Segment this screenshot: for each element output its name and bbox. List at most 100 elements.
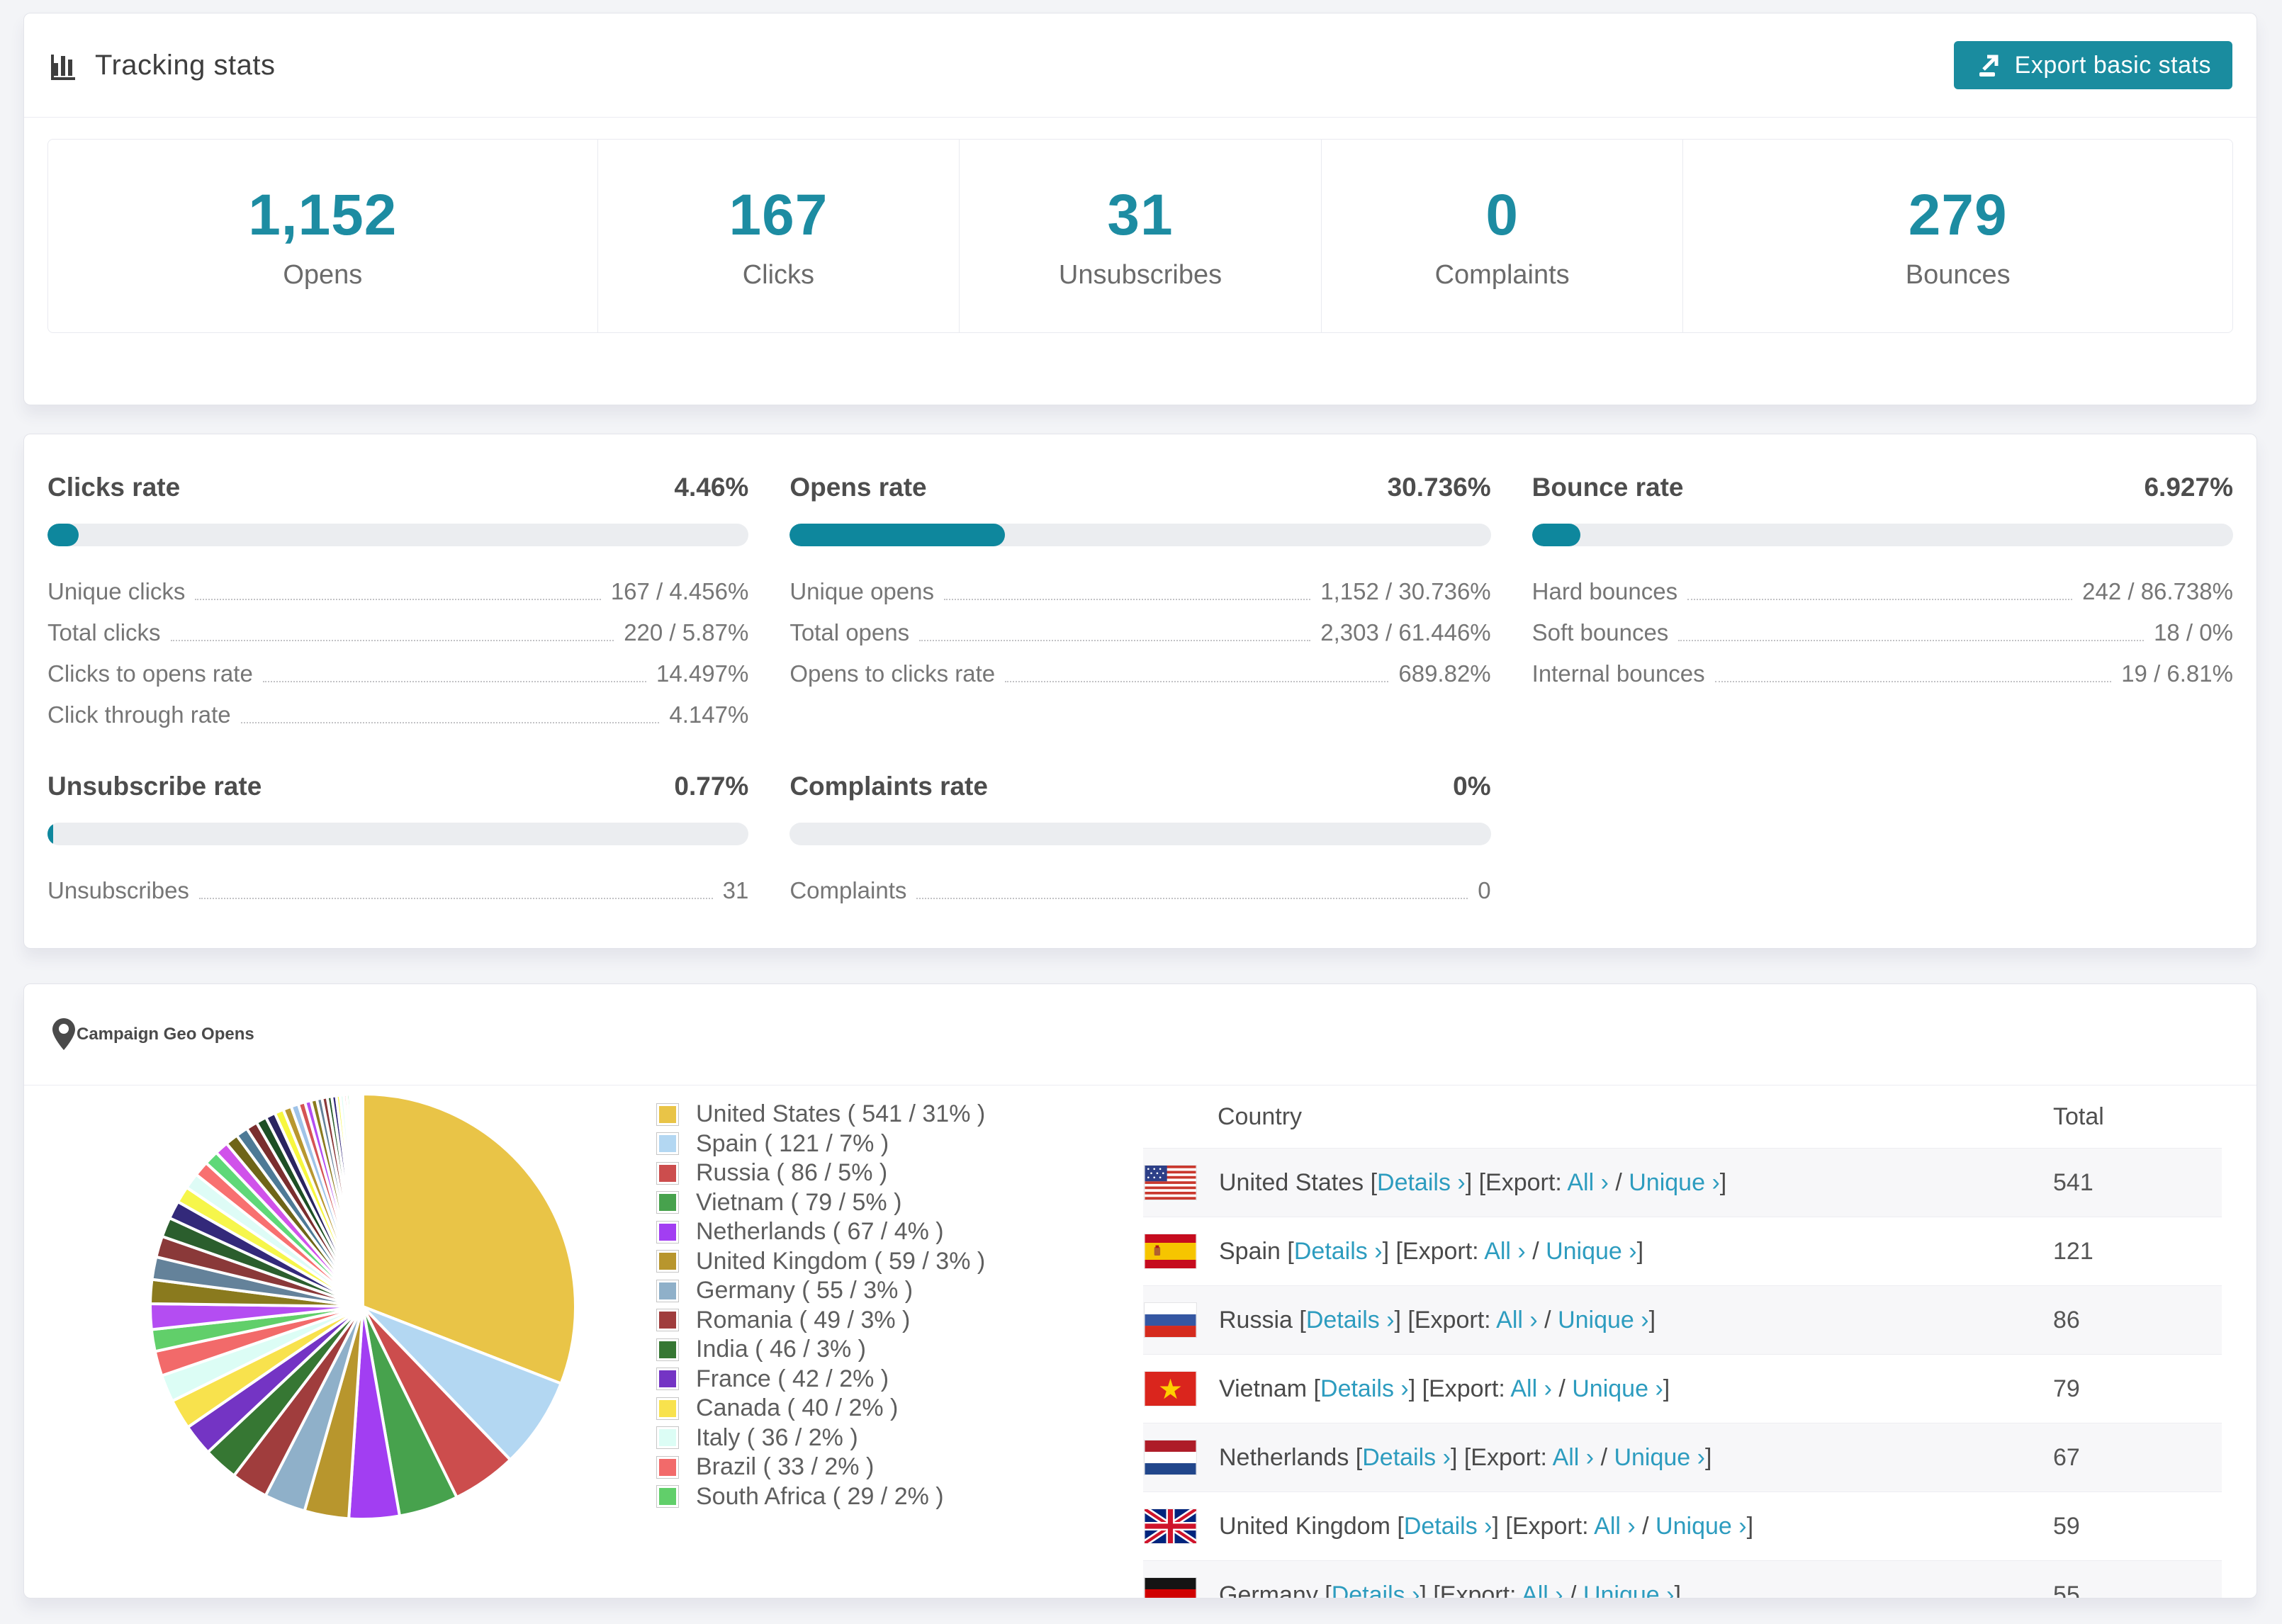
rate-row-label: Total clicks: [47, 619, 161, 645]
rate-row-value: 14.497%: [656, 660, 749, 687]
details-link-united-states[interactable]: Details ›: [1377, 1169, 1466, 1196]
rate-progress-fill: [789, 524, 1006, 546]
export-all-link-germany[interactable]: All ›: [1522, 1581, 1563, 1598]
rate-row-value: 4.147%: [669, 701, 749, 728]
rate-block-bounce-rate: Bounce rate 6.927% Hard bounces 242 / 86…: [1531, 473, 2233, 731]
geo-table-row-netherlands: Netherlands [Details ›] [Export: All › /…: [1143, 1423, 2222, 1492]
rate-row-unique-clicks: Unique clicks 167 / 4.456%: [47, 566, 748, 607]
tracking-stats-title: Tracking stats: [95, 49, 276, 81]
export-all-link-russia[interactable]: All ›: [1496, 1307, 1538, 1333]
pie-slice-other: [360, 1092, 364, 1308]
flag-us-icon: [1145, 1166, 1196, 1200]
stat-cell-opens: 1,152 Opens: [48, 140, 597, 332]
legend-label: Romania ( 49 / 3% ): [696, 1306, 911, 1333]
export-all-link-vietnam[interactable]: All ›: [1510, 1375, 1552, 1402]
rate-value: 30.736%: [1387, 473, 1491, 502]
rate-progress-track: [1531, 524, 2233, 546]
rate-row-value: 31: [722, 877, 749, 903]
dotted-leader: [1687, 599, 2073, 600]
total-column-header: Total: [2053, 1103, 2104, 1130]
legend-swatch-netherlands: [656, 1220, 679, 1244]
details-link-netherlands[interactable]: Details ›: [1362, 1444, 1451, 1471]
rate-row-value: 0: [1478, 877, 1491, 903]
stat-value-opens: 1,152: [248, 182, 398, 247]
rate-row-opens-to-clicks-rate: Opens to clicks rate 689.82%: [789, 648, 1490, 689]
country-cell: Russia [Details ›] [Export: All › / Uniq…: [1219, 1306, 1656, 1333]
legend-label: United Kingdom ( 59 / 3% ): [696, 1247, 986, 1275]
export-all-link-united-states[interactable]: All ›: [1567, 1169, 1609, 1196]
rate-row-value: 167 / 4.456%: [610, 578, 749, 604]
rate-row-label: Internal bounces: [1531, 660, 1705, 687]
details-link-united-kingdom[interactable]: Details ›: [1404, 1513, 1493, 1540]
geo-opens-content: United States ( 541 / 31% ) Spain ( 121 …: [24, 1086, 2256, 1598]
export-all-link-netherlands[interactable]: All ›: [1553, 1444, 1595, 1471]
details-link-russia[interactable]: Details ›: [1306, 1307, 1395, 1333]
bar-chart-icon: [48, 49, 81, 81]
legend-swatch-germany: [656, 1279, 679, 1302]
page: Tracking stats Export basic stats 1,152 …: [0, 0, 2282, 1624]
stats-summary: 1,152 Opens 167 Clicks 31 Unsubscribes 0 Co…: [47, 139, 2233, 333]
total-cell: 59: [2053, 1512, 2080, 1540]
rate-progress-fill: [1531, 524, 1581, 546]
flag-nl-icon: [1145, 1440, 1196, 1474]
rate-title: Bounce rate: [1531, 473, 1684, 502]
dotted-leader: [1714, 681, 2112, 682]
export-unique-link-united-states[interactable]: Unique ›: [1629, 1169, 1720, 1196]
legend-label: India ( 46 / 3% ): [696, 1336, 867, 1363]
details-link-vietnam[interactable]: Details ›: [1320, 1375, 1409, 1402]
export-basic-stats-button[interactable]: Export basic stats: [1953, 41, 2232, 89]
geo-opens-table: Country Total United States [Details ›] …: [1143, 1086, 2222, 1598]
export-unique-link-germany[interactable]: Unique ›: [1583, 1581, 1675, 1598]
dotted-leader: [170, 640, 614, 641]
dotted-leader: [943, 599, 1311, 600]
rate-row-label: Hard bounces: [1531, 578, 1678, 604]
legend-swatch-italy: [656, 1426, 679, 1450]
export-all-link-united-kingdom[interactable]: All ›: [1594, 1513, 1636, 1540]
details-link-spain[interactable]: Details ›: [1294, 1238, 1383, 1265]
dotted-leader: [916, 898, 1468, 899]
legend-swatch-united-kingdom: [656, 1250, 679, 1273]
stat-cell-unsubscribes: 31 Unsubscribes: [959, 140, 1321, 332]
export-icon: [1975, 51, 2003, 79]
rate-progress-fill: [47, 524, 79, 546]
total-cell: 79: [2053, 1375, 2080, 1402]
legend-label: Canada ( 40 / 2% ): [696, 1394, 899, 1422]
legend-swatch-russia: [656, 1161, 679, 1185]
details-link-germany[interactable]: Details ›: [1332, 1581, 1420, 1598]
map-pin-icon: [51, 1017, 77, 1052]
dotted-leader: [919, 640, 1311, 641]
geo-legend: United States ( 541 / 31% ) Spain ( 121 …: [656, 1100, 985, 1511]
geo-table-row-vietnam: Vietnam [Details ›] [Export: All › / Uni…: [1143, 1354, 2222, 1423]
dotted-leader: [240, 722, 660, 723]
export-unique-link-netherlands[interactable]: Unique ›: [1614, 1444, 1705, 1471]
legend-swatch-vietnam: [656, 1191, 679, 1214]
rate-value: 0.77%: [674, 772, 749, 801]
rate-value: 6.927%: [2144, 473, 2233, 502]
legend-swatch-brazil: [656, 1455, 679, 1479]
export-all-link-spain[interactable]: All ›: [1484, 1238, 1526, 1265]
legend-item-united-kingdom: United Kingdom ( 59 / 3% ): [656, 1247, 985, 1277]
export-unique-link-vietnam[interactable]: Unique ›: [1572, 1375, 1663, 1402]
country-cell: Netherlands [Details ›] [Export: All › /…: [1219, 1443, 1712, 1471]
rate-row-total-clicks: Total clicks 220 / 5.87%: [47, 607, 748, 648]
rate-row-value: 1,152 / 30.736%: [1320, 578, 1491, 604]
country-cell: Germany [Details ›] [Export: All › / Uni…: [1219, 1581, 1681, 1598]
export-unique-link-russia[interactable]: Unique ›: [1558, 1307, 1649, 1333]
rate-value: 0%: [1453, 772, 1491, 801]
legend-label: Russia ( 86 / 5% ): [696, 1159, 888, 1187]
legend-item-united-states: United States ( 541 / 31% ): [656, 1100, 985, 1129]
rate-row-label: Unsubscribes: [47, 877, 189, 903]
export-unique-link-united-kingdom[interactable]: Unique ›: [1656, 1513, 1747, 1540]
legend-swatch-united-states: [656, 1103, 679, 1126]
legend-item-south-africa: South Africa ( 29 / 2% ): [656, 1482, 985, 1512]
legend-label: South Africa ( 29 / 2% ): [696, 1482, 944, 1510]
stat-label-complaints: Complaints: [1434, 259, 1570, 290]
total-cell: 55: [2053, 1581, 2080, 1598]
legend-swatch-france: [656, 1368, 679, 1391]
export-unique-link-spain[interactable]: Unique ›: [1546, 1238, 1637, 1265]
rate-block-complaints-rate: Complaints rate 0% Complaints 0: [789, 772, 1491, 906]
country-cell: United Kingdom [Details ›] [Export: All …: [1219, 1512, 1754, 1540]
total-cell: 121: [2053, 1237, 2093, 1265]
tracking-stats-header: Tracking stats Export basic stats: [24, 13, 2256, 118]
legend-item-netherlands: Netherlands ( 67 / 4% ): [656, 1217, 985, 1247]
